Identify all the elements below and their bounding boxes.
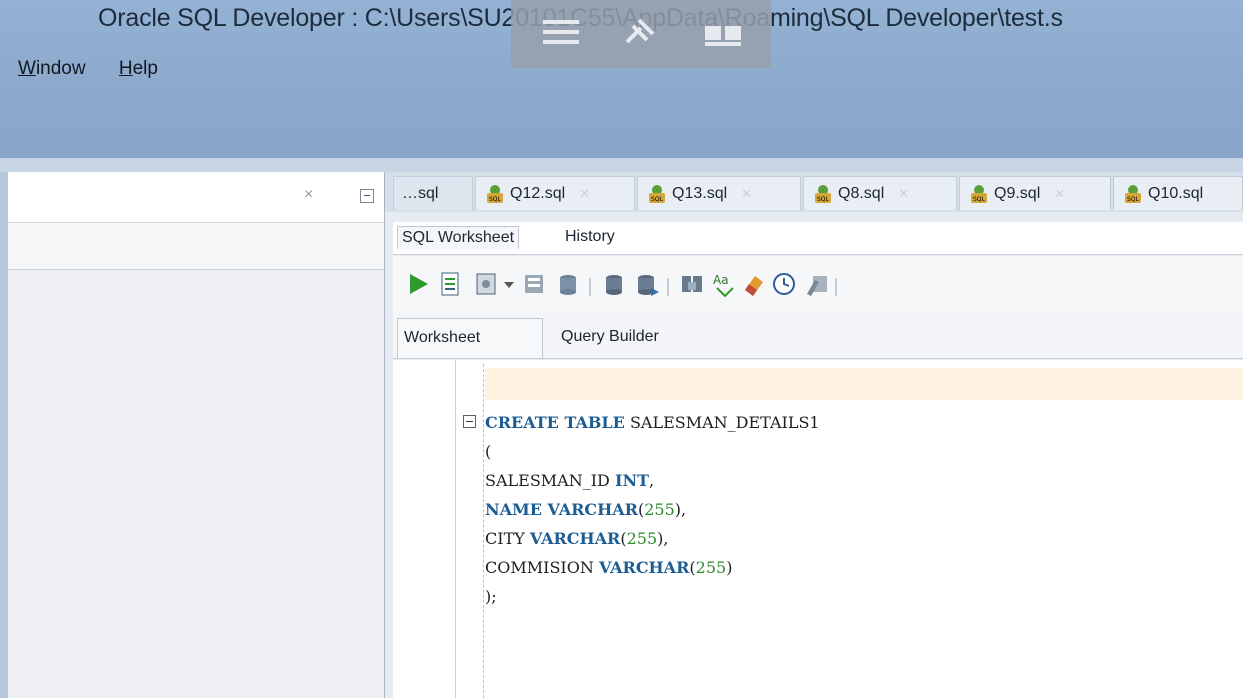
sql-keyword: VARCHAR (598, 558, 690, 577)
editor-tab[interactable]: SQL Q13.sql ✕ (637, 176, 801, 210)
editor-tab[interactable]: SQL Q10.sql (1113, 176, 1243, 210)
code-line: COMMISION VARCHAR(255) (485, 553, 820, 582)
editor-area: …sql SQL Q12.sql ✕ SQL Q13.sql ✕ SQL Q8.… (385, 172, 1243, 698)
find-db-object-icon[interactable] (803, 270, 831, 298)
sql-text: ); (485, 587, 497, 606)
code-line: CITY VARCHAR(255), (485, 524, 820, 553)
sql-file-icon: SQL (649, 184, 665, 203)
code-line: NAME VARCHAR(255), (485, 495, 820, 524)
sql-text: ) (726, 558, 733, 577)
tab-close-icon[interactable]: ✕ (898, 186, 909, 202)
svg-text:SQL: SQL (817, 196, 830, 203)
tab-label: Q13.sql (672, 184, 728, 202)
sql-history-icon[interactable] (771, 270, 799, 298)
svg-text:SQL: SQL (651, 196, 664, 203)
code-line: CREATE TABLE SALESMAN_DETAILS1 (485, 408, 820, 437)
current-line-highlight (485, 368, 1243, 400)
sql-text: ( (485, 442, 492, 461)
sql-file-icon: SQL (487, 184, 503, 203)
sql-editor[interactable]: CREATE TABLE SALESMAN_DETAILS1 ( SALESMAN_… (393, 360, 1243, 698)
sql-keyword: VARCHAR (529, 529, 621, 548)
plug-icon[interactable] (617, 12, 661, 52)
tab-label: …sql (402, 184, 439, 202)
tab-history[interactable]: History (561, 226, 619, 248)
svg-text:SQL: SQL (489, 196, 502, 203)
editor-gutter-line (455, 360, 456, 698)
unshared-sql-icon[interactable] (679, 270, 707, 298)
dropdown-arrow-icon[interactable] (501, 270, 517, 298)
panel-toolbar (8, 223, 384, 270)
sql-file-icon: SQL (815, 184, 831, 203)
tab-close-icon[interactable]: ✕ (579, 186, 590, 202)
tab-query-builder[interactable]: Query Builder (561, 328, 659, 346)
title-bar: Oracle SQL Developer : C:\Users\SU20101C… (0, 0, 1243, 158)
sql-text: COMMISION (485, 558, 599, 577)
tab-label: Q9.sql (994, 184, 1041, 202)
sql-number: 255 (695, 558, 727, 577)
to-upper-icon[interactable]: Aa (711, 270, 739, 298)
panel-minimize-icon[interactable] (360, 189, 374, 203)
run-statement-icon[interactable] (405, 270, 433, 298)
tab-sql-worksheet[interactable]: SQL Worksheet (397, 226, 520, 249)
menu-help[interactable]: Help (119, 58, 158, 79)
panel-header: × (8, 172, 384, 223)
sql-text: SALESMAN_DETAILS1 (624, 413, 820, 432)
editor-tab-bar: …sql SQL Q12.sql ✕ SQL Q13.sql ✕ SQL Q8.… (385, 172, 1243, 212)
code-line: ( (485, 437, 820, 466)
tab-label: Q10.sql (1148, 184, 1204, 202)
tab-close-icon[interactable]: ✕ (1054, 186, 1065, 202)
sql-text: ), (674, 500, 687, 519)
toolbar-separator (835, 278, 837, 296)
hamburger-menu-icon[interactable] (539, 12, 583, 52)
code-line: SALESMAN_ID INT, (485, 466, 820, 495)
sql-text: CITY (485, 529, 530, 548)
toolbar-separator (667, 278, 669, 296)
run-script-icon[interactable] (437, 270, 465, 298)
sql-keyword: CREATE TABLE (485, 413, 625, 432)
svg-text:Aa: Aa (713, 273, 729, 287)
menu-window[interactable]: Window (18, 58, 86, 79)
fold-collapse-icon[interactable] (463, 415, 476, 428)
worksheet-mode-tabs: Worksheet Query Builder (393, 312, 1243, 359)
sql-number: 255 (626, 529, 658, 548)
sql-keyword: INT (614, 471, 649, 490)
tab-worksheet[interactable]: Worksheet (397, 318, 543, 358)
autotrace-icon[interactable] (473, 270, 501, 298)
editor-tab[interactable]: …sql (393, 176, 473, 210)
sql-tuning-icon[interactable] (555, 270, 583, 298)
sql-file-icon: SQL (971, 184, 987, 203)
explain-plan-icon[interactable] (521, 270, 549, 298)
commit-icon[interactable] (601, 270, 629, 298)
tab-close-icon[interactable]: ✕ (741, 186, 752, 202)
panel-close-icon[interactable]: × (304, 186, 313, 204)
sql-code[interactable]: CREATE TABLE SALESMAN_DETAILS1 ( SALESMAN_… (485, 408, 820, 611)
svg-text:SQL: SQL (973, 196, 986, 203)
editor-fold-line (483, 364, 484, 698)
tab-label: Q12.sql (510, 184, 566, 202)
toolbar-separator (589, 278, 591, 296)
editor-tab[interactable]: SQL Q8.sql ✕ (803, 176, 957, 210)
worksheet-subtabs: SQL Worksheet History (393, 222, 1243, 255)
sql-text: ), (657, 529, 669, 548)
worksheet-toolbar: Aa (393, 256, 1243, 313)
sql-keyword: NAME VARCHAR (485, 500, 638, 519)
editor-tab[interactable]: SQL Q9.sql ✕ (959, 176, 1111, 210)
restore-window-icon[interactable] (701, 12, 745, 52)
tab-label: Q8.sql (838, 184, 885, 202)
menu-bar: Window Help (18, 58, 186, 80)
sql-text: SALESMAN_ID (485, 471, 615, 490)
sql-file-icon: SQL (1125, 184, 1141, 203)
code-line: ); (485, 582, 820, 611)
sql-number: 255 (644, 500, 675, 519)
svg-text:SQL: SQL (1127, 196, 1140, 203)
clear-icon[interactable] (741, 270, 769, 298)
sql-text: , (648, 471, 655, 490)
window-frame-strip (0, 158, 1243, 172)
editor-tab[interactable]: SQL Q12.sql ✕ (475, 176, 635, 210)
connections-panel: × (8, 172, 385, 698)
rollback-icon[interactable] (633, 270, 661, 298)
overlay-toolbar (511, 0, 771, 68)
